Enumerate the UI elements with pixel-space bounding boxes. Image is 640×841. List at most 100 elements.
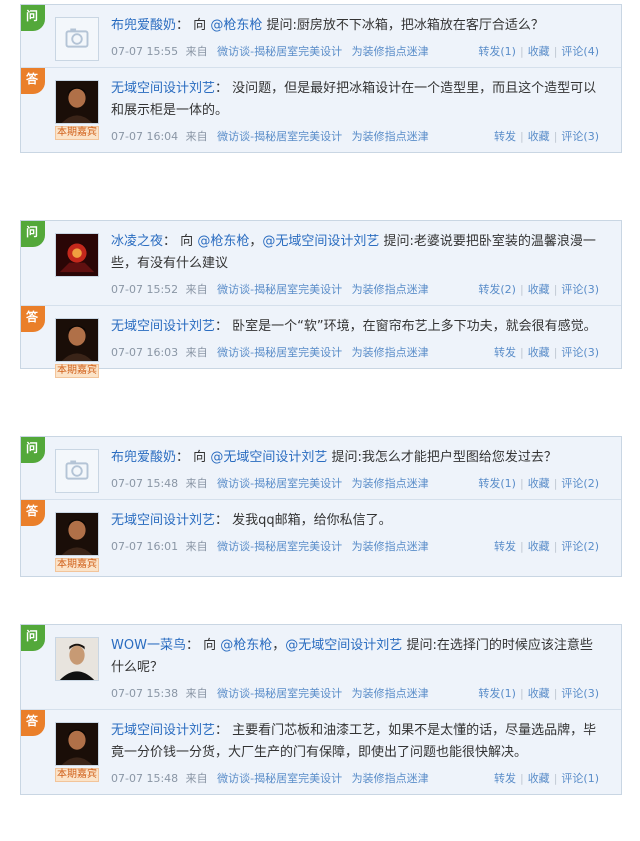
via-label: 来自 [185,346,208,359]
via-label: 来自 [185,540,208,553]
mention-link[interactable]: @枪东枪 [210,18,262,33]
favorite-button[interactable]: 收藏 [528,130,550,143]
post-time: 07-07 15:52 [111,283,179,296]
question-tag: 问 [21,221,45,247]
source-link[interactable]: 为装修指点迷津 [352,477,429,490]
post-time: 07-07 15:48 [111,772,179,785]
via-label: 来自 [185,772,208,785]
via-label: 来自 [185,130,208,143]
source-link[interactable]: 为装修指点迷津 [352,540,429,553]
question-text: 厨房放不下冰箱，把冰箱放在客厅合适么？ [296,18,544,33]
question-text: 我怎么才能把户型图给您发过去？ [361,450,557,465]
ask-label: 提问: [383,234,414,249]
comment-button[interactable]: 评论(1) [561,772,599,785]
guest-avatar[interactable] [55,80,99,124]
favorite-button[interactable]: 收藏 [528,346,550,359]
via-label: 来自 [185,283,208,296]
comment-button[interactable]: 评论(2) [561,477,599,490]
mention-link[interactable]: @枪东枪 [220,638,272,653]
guest-avatar[interactable] [55,318,99,362]
guest-badge: 本期嘉宾 [55,126,99,140]
mention-link[interactable]: @枪东枪 [197,234,249,249]
avatar[interactable] [55,449,99,493]
question-user-link[interactable]: WOW一菜鸟 [111,638,186,653]
question-post: 问 WOW一菜鸟： 向 @枪东枪，@无域空间设计刘艺 提问:在选择门的时候应该注… [21,625,621,710]
question-user-link[interactable]: 冰凌之夜 [111,234,163,249]
favorite-button[interactable]: 收藏 [528,687,550,700]
question-user-link[interactable]: 布兜爱酸奶 [111,450,176,465]
to-label: 向 [193,450,207,465]
answer-text: 卧室是一个“软”环境，在窗帘布艺上多下功夫，就会很有感觉。 [232,319,597,334]
comment-button[interactable]: 评论(3) [561,130,599,143]
to-label: 向 [193,18,207,33]
post-time: 07-07 16:01 [111,540,179,553]
comment-button[interactable]: 评论(3) [561,283,599,296]
qa-thread: 问 WOW一菜鸟： 向 @枪东枪，@无域空间设计刘艺 提问:在选择门的时候应该注… [20,624,622,795]
mention-link[interactable]: @无域空间设计刘艺 [285,638,402,653]
source-link[interactable]: 微访谈-揭秘居室完美设计 [217,346,342,359]
source-link[interactable]: 为装修指点迷津 [352,283,429,296]
source-link[interactable]: 微访谈-揭秘居室完美设计 [217,540,342,553]
to-label: 向 [203,638,217,653]
source-link[interactable]: 微访谈-揭秘居室完美设计 [217,477,342,490]
source-link[interactable]: 微访谈-揭秘居室完美设计 [217,45,342,58]
source-link[interactable]: 为装修指点迷津 [352,772,429,785]
answer-user-link[interactable]: 无域空间设计刘艺 [111,723,215,738]
guest-avatar[interactable] [55,512,99,556]
forward-button[interactable]: 转发(1) [478,45,516,58]
via-label: 来自 [185,687,208,700]
forward-button[interactable]: 转发 [494,540,516,553]
question-post: 问 布兜爱酸奶： 向 @枪东枪 提问:厨房放不下冰箱，把冰箱放在客厅合适么？ 0… [21,5,621,68]
source-link[interactable]: 为装修指点迷津 [352,687,429,700]
via-label: 来自 [185,477,208,490]
comment-button[interactable]: 评论(3) [561,687,599,700]
avatar[interactable] [55,17,99,61]
comment-button[interactable]: 评论(2) [561,540,599,553]
answer-tag: 答 [21,500,45,526]
favorite-button[interactable]: 收藏 [528,283,550,296]
answer-tag: 答 [21,710,45,736]
ask-label: 提问: [331,450,362,465]
favorite-button[interactable]: 收藏 [528,477,550,490]
forward-button[interactable]: 转发 [494,130,516,143]
favorite-button[interactable]: 收藏 [528,540,550,553]
mention-link[interactable]: @无域空间设计刘艺 [210,450,327,465]
answer-user-link[interactable]: 无域空间设计刘艺 [111,81,215,96]
source-link[interactable]: 微访谈-揭秘居室完美设计 [217,283,342,296]
answer-user-link[interactable]: 无域空间设计刘艺 [111,513,215,528]
qa-thread: 问 布兜爱酸奶： 向 @无域空间设计刘艺 提问:我怎么才能把户型图给您发过去？ … [20,436,622,577]
forward-button[interactable]: 转发 [494,346,516,359]
avatar[interactable] [55,637,99,681]
source-link[interactable]: 微访谈-揭秘居室完美设计 [217,130,342,143]
source-link[interactable]: 为装修指点迷津 [352,346,429,359]
comment-button[interactable]: 评论(4) [561,45,599,58]
question-tag: 问 [21,437,45,463]
favorite-button[interactable]: 收藏 [528,772,550,785]
answer-post: 答 本期嘉宾 无域空间设计刘艺： 发我qq邮箱，给你私信了。 07-07 16:… [21,500,621,576]
favorite-button[interactable]: 收藏 [528,45,550,58]
source-link[interactable]: 为装修指点迷津 [352,45,429,58]
source-link[interactable]: 微访谈-揭秘居室完美设计 [217,772,342,785]
source-link[interactable]: 微访谈-揭秘居室完美设计 [217,687,342,700]
post-time: 07-07 15:48 [111,477,179,490]
comment-button[interactable]: 评论(3) [561,346,599,359]
question-user-link[interactable]: 布兜爱酸奶 [111,18,176,33]
answer-user-link[interactable]: 无域空间设计刘艺 [111,319,215,334]
ask-label: 提问: [406,638,437,653]
question-post: 问 冰凌之夜： 向 @枪东枪，@无域空间设计刘艺 提问:老婆说要把卧室装的温馨浪… [21,221,621,306]
forward-button[interactable]: 转发 [494,772,516,785]
post-time: 07-07 16:03 [111,346,179,359]
mention-link[interactable]: @无域空间设计刘艺 [262,234,379,249]
answer-post: 答 本期嘉宾 无域空间设计刘艺： 卧室是一个“软”环境，在窗帘布艺上多下功夫，就… [21,306,621,378]
post-time: 07-07 15:55 [111,45,179,58]
forward-button[interactable]: 转发(1) [478,687,516,700]
question-tag: 问 [21,5,45,31]
source-link[interactable]: 为装修指点迷津 [352,130,429,143]
answer-post: 答 本期嘉宾 无域空间设计刘艺： 主要看门芯板和油漆工艺，如果不是太懂的话，尽量… [21,710,621,794]
guest-avatar[interactable] [55,722,99,766]
guest-badge: 本期嘉宾 [55,768,99,782]
avatar[interactable] [55,233,99,277]
forward-button[interactable]: 转发(1) [478,477,516,490]
to-label: 向 [180,234,194,249]
forward-button[interactable]: 转发(2) [478,283,516,296]
